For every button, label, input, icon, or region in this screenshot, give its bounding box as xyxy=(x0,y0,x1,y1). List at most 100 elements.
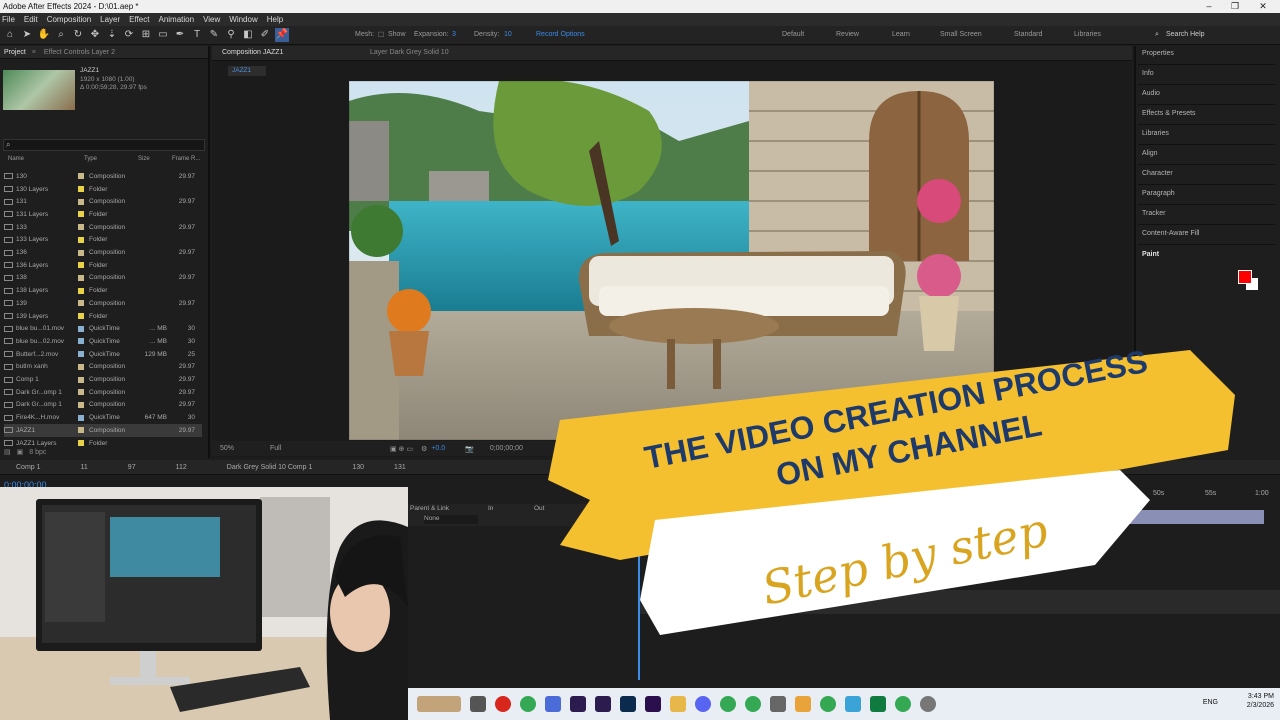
label-color-icon[interactable] xyxy=(78,363,84,370)
app-icon[interactable] xyxy=(770,696,786,712)
project-item-row[interactable]: Fire4K...H.mov QuickTime 647 MB 30 xyxy=(4,411,202,424)
menu-help[interactable]: Help xyxy=(267,15,283,24)
label-color-icon[interactable] xyxy=(78,300,84,307)
exposure-icon[interactable]: ⚙ xyxy=(421,445,427,453)
pin-icon[interactable] xyxy=(795,696,811,712)
menu-animation[interactable]: Animation xyxy=(158,15,194,24)
label-color-icon[interactable] xyxy=(78,351,84,358)
snapshot-icon[interactable]: 📷 xyxy=(465,445,474,453)
viewer-options-icon[interactable]: ▣ ⊕ ▭ xyxy=(390,445,413,453)
composition-viewer[interactable] xyxy=(349,81,994,440)
col-type[interactable]: Type xyxy=(62,156,138,166)
label-color-icon[interactable] xyxy=(78,325,84,332)
label-color-icon[interactable] xyxy=(78,173,84,180)
label-color-icon[interactable] xyxy=(78,249,84,256)
resolution-select[interactable]: Full xyxy=(270,445,330,452)
orbit-tool-icon[interactable]: ↻ xyxy=(71,28,85,42)
dolly-tool-icon[interactable]: ⇣ xyxy=(105,28,119,42)
workspace-learn[interactable]: Learn xyxy=(892,31,910,38)
tab-project[interactable]: Project xyxy=(4,49,26,56)
menu-file[interactable]: File xyxy=(2,15,15,24)
discord-icon[interactable] xyxy=(695,696,711,712)
timeline-tab-131[interactable]: 131 xyxy=(394,464,406,471)
timeline-tab-97[interactable]: 97 xyxy=(128,464,136,471)
rotate-tool-icon[interactable]: ⟳ xyxy=(122,28,136,42)
type-tool-icon[interactable]: T xyxy=(190,28,204,42)
project-search-input[interactable]: ⌕ xyxy=(3,139,205,151)
workspace-default[interactable]: Default xyxy=(782,31,804,38)
menu-effect[interactable]: Effect xyxy=(129,15,149,24)
project-item-row[interactable]: 138 Layers Folder xyxy=(4,284,202,297)
comp-breadcrumb[interactable]: JAZZ1 xyxy=(228,66,266,76)
label-color-icon[interactable] xyxy=(78,313,84,320)
workspace-small-screen[interactable]: Small Screen xyxy=(940,31,982,38)
tab-effect-controls[interactable]: Effect Controls Layer 2 xyxy=(44,49,115,56)
label-color-icon[interactable] xyxy=(78,376,84,383)
after-effects-icon[interactable] xyxy=(570,696,586,712)
record-options-link[interactable]: Record Options xyxy=(536,31,585,38)
project-item-row[interactable]: 130 Layers Folder xyxy=(4,183,202,196)
timeline-tab-112[interactable]: 112 xyxy=(176,464,187,471)
close-button[interactable]: ✕ xyxy=(1250,0,1276,13)
panel-content-aware-fill[interactable]: Content-Aware Fill xyxy=(1142,230,1199,237)
viewer-timecode[interactable]: 0;00;00;00 xyxy=(490,445,523,452)
workspace-libraries[interactable]: Libraries xyxy=(1074,31,1101,38)
after-effects-2-icon[interactable] xyxy=(595,696,611,712)
chrome-profile-icon[interactable] xyxy=(720,696,736,712)
density-value[interactable]: 10 xyxy=(504,31,512,38)
col-name[interactable]: Name xyxy=(0,156,62,166)
selection-tool-icon[interactable]: ➤ xyxy=(20,28,34,42)
pan-tool-icon[interactable]: ✥ xyxy=(88,28,102,42)
puppet-pin-icon[interactable]: 📌 xyxy=(275,28,289,42)
label-color-icon[interactable] xyxy=(78,274,84,281)
project-item-row[interactable]: Comp 1 Composition 29.97 xyxy=(4,373,202,386)
tab-composition[interactable]: Composition JAZZ1 xyxy=(222,49,283,56)
brush-tool-icon[interactable]: ✎ xyxy=(207,28,221,42)
search-help-field[interactable]: Search Help xyxy=(1166,31,1205,38)
clone-stamp-icon[interactable]: ⚲ xyxy=(224,28,238,42)
menu-edit[interactable]: Edit xyxy=(24,15,38,24)
workspace-review[interactable]: Review xyxy=(836,31,859,38)
label-color-icon[interactable] xyxy=(78,401,84,408)
menu-layer[interactable]: Layer xyxy=(100,15,120,24)
rectangle-tool-icon[interactable]: ▭ xyxy=(156,28,170,42)
tab-layer[interactable]: Layer Dark Grey Solid 10 xyxy=(370,49,449,56)
project-item-row[interactable]: 138 Composition 29.97 xyxy=(4,272,202,285)
folder-icon[interactable] xyxy=(670,696,686,712)
roto-brush-icon[interactable]: ✐ xyxy=(258,28,272,42)
new-comp-icon[interactable]: ▣ xyxy=(17,448,24,456)
menu-window[interactable]: Window xyxy=(229,15,257,24)
chrome-profile-2-icon[interactable] xyxy=(745,696,761,712)
panel-libraries[interactable]: Libraries xyxy=(1142,130,1169,137)
project-item-row[interactable]: butlm xanh Composition 29.97 xyxy=(4,361,202,374)
project-item-row[interactable]: 131 Layers Folder xyxy=(4,208,202,221)
notes-icon[interactable] xyxy=(845,696,861,712)
project-item-row[interactable]: blue bu...01.mov QuickTime ... MB 30 xyxy=(4,322,202,335)
panel-effects-presets[interactable]: Effects & Presets xyxy=(1142,110,1196,117)
col-frame-rate[interactable]: Frame R... xyxy=(172,156,208,166)
project-item-row[interactable]: 136 Layers Folder xyxy=(4,259,202,272)
search-icon[interactable]: ⌕ xyxy=(1155,31,1159,39)
panel-paragraph[interactable]: Paragraph xyxy=(1142,190,1175,197)
label-color-icon[interactable] xyxy=(78,236,84,243)
restore-button[interactable]: ❐ xyxy=(1222,0,1248,13)
task-view-icon[interactable] xyxy=(470,696,486,712)
language-indicator[interactable]: ENG xyxy=(1203,698,1218,707)
panel-tracker[interactable]: Tracker xyxy=(1142,210,1165,217)
project-item-row[interactable]: 130 Composition 29.97 xyxy=(4,170,202,183)
col-size[interactable]: Size xyxy=(138,156,172,166)
project-item-row[interactable]: Dark Gr...omp 1 Composition 29.97 xyxy=(4,399,202,412)
project-item-row[interactable]: 139 Composition 29.97 xyxy=(4,297,202,310)
eraser-tool-icon[interactable]: ◧ xyxy=(241,28,255,42)
panel-properties[interactable]: Properties xyxy=(1142,50,1174,57)
layer-bar[interactable] xyxy=(1128,510,1264,524)
timeline-tab-comp1[interactable]: Comp 1 xyxy=(16,464,41,471)
excel-icon[interactable] xyxy=(870,696,886,712)
panel-info[interactable]: Info xyxy=(1142,70,1154,77)
label-color-icon[interactable] xyxy=(78,414,84,421)
zoom-select[interactable]: 50% xyxy=(220,445,260,452)
pen-tool-icon[interactable]: ✒ xyxy=(173,28,187,42)
project-item-row[interactable]: 136 Composition 29.97 xyxy=(4,246,202,259)
label-color-icon[interactable] xyxy=(78,427,84,434)
label-color-icon[interactable] xyxy=(78,389,84,396)
